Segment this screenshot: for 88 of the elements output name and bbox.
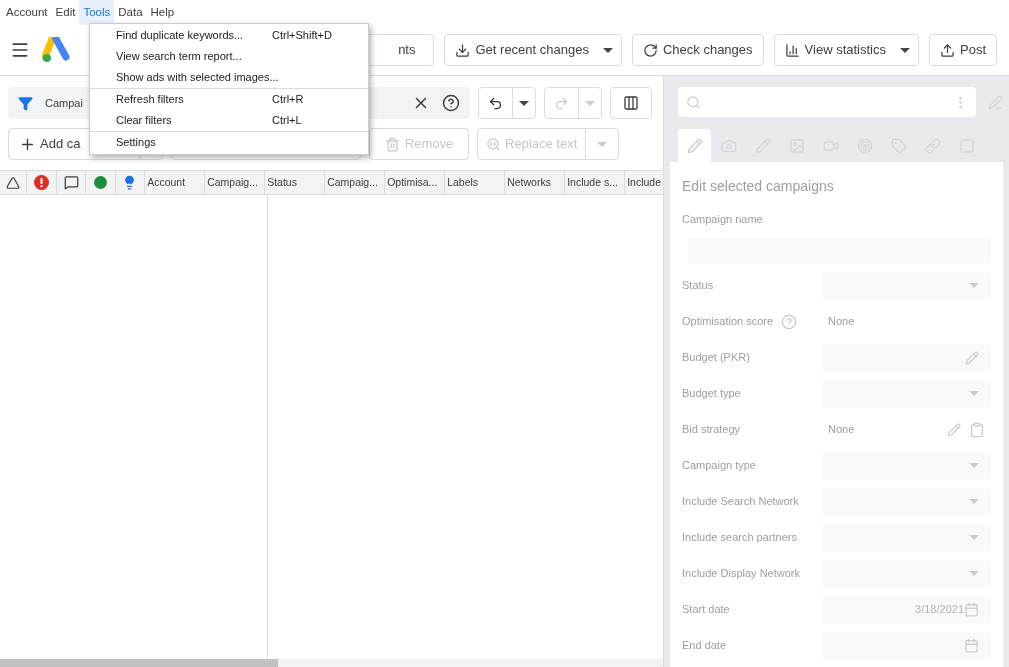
menu-item[interactable]: Help bbox=[146, 0, 179, 26]
column-header[interactable]: Campaig... bbox=[205, 171, 266, 194]
header-button[interactable]: Post bbox=[930, 35, 996, 65]
field-label: End date bbox=[682, 638, 727, 654]
menu-option[interactable]: Refresh filters Ctrl+R bbox=[90, 89, 368, 110]
field-label: Include Display Network bbox=[682, 566, 800, 582]
column-header[interactable]: Include bbox=[625, 171, 663, 194]
field-value: None bbox=[828, 314, 855, 330]
menu-item[interactable]: Account bbox=[2, 0, 52, 26]
caret-icon bbox=[969, 499, 979, 504]
calendar-icon bbox=[964, 602, 979, 617]
header-button[interactable]: View statistics bbox=[774, 35, 896, 65]
caret-icon bbox=[900, 47, 910, 53]
field-label: Budget (PKR) bbox=[682, 350, 750, 366]
horizontal-scrollbar[interactable] bbox=[0, 659, 663, 667]
menu-item[interactable]: Tools bbox=[79, 0, 115, 26]
comment-icon bbox=[63, 175, 79, 190]
menu-option[interactable]: Settings bbox=[90, 132, 368, 153]
columns-button[interactable] bbox=[610, 87, 652, 119]
header-button[interactable]: Get recent changes bbox=[445, 35, 599, 65]
pencil-icon[interactable] bbox=[947, 422, 961, 437]
pencil-icon bbox=[965, 350, 979, 365]
dropdown-field[interactable] bbox=[822, 271, 991, 300]
caret-icon bbox=[969, 535, 979, 540]
warning-triangle-icon bbox=[6, 175, 21, 190]
caret-icon bbox=[519, 100, 529, 106]
menu-option[interactable]: Show ads with selected images... bbox=[90, 67, 368, 88]
field-label: Campaign name bbox=[682, 212, 763, 227]
panel-title: Edit selected campaigns bbox=[682, 177, 835, 196]
field-label: Campaign type bbox=[682, 458, 756, 474]
field-value: None bbox=[828, 422, 855, 438]
dropdown-field[interactable] bbox=[822, 523, 991, 552]
caret-icon bbox=[597, 141, 608, 147]
filter-text: Campai bbox=[45, 95, 83, 111]
shortcut-text: Ctrl+Shift+D bbox=[272, 28, 333, 44]
dropdown-field[interactable] bbox=[822, 487, 991, 516]
logo-icon bbox=[42, 37, 72, 63]
calendar-icon bbox=[964, 638, 979, 653]
field-label: Include search partners bbox=[682, 530, 797, 546]
download-icon bbox=[455, 42, 471, 58]
column-header[interactable]: Status bbox=[265, 171, 326, 194]
menu-icon[interactable] bbox=[10, 40, 30, 60]
upload-icon bbox=[940, 42, 955, 58]
trash-icon bbox=[384, 136, 400, 152]
caret-icon bbox=[969, 391, 979, 396]
caret-icon bbox=[969, 283, 979, 288]
date-field[interactable] bbox=[822, 631, 991, 660]
menu-option[interactable]: Clear filters Ctrl+L bbox=[90, 110, 368, 131]
menu-item[interactable]: Edit bbox=[51, 0, 80, 26]
column-header[interactable]: Optimisa... bbox=[385, 171, 446, 194]
refresh-icon bbox=[642, 42, 658, 58]
edit-icon[interactable] bbox=[988, 94, 1003, 110]
field-label: Status bbox=[682, 278, 714, 294]
column-header[interactable]: Networks bbox=[505, 171, 566, 194]
search-icon bbox=[686, 94, 701, 110]
bar-chart-icon bbox=[784, 42, 800, 58]
column-header[interactable]: Account bbox=[145, 171, 206, 194]
field-label: Budget type bbox=[682, 386, 741, 402]
header-button[interactable]: Check changes bbox=[632, 35, 763, 65]
edit-tab[interactable] bbox=[678, 129, 711, 162]
shortcut-text: Ctrl+L bbox=[272, 113, 303, 129]
dropdown-field[interactable] bbox=[822, 559, 991, 588]
pencil-icon bbox=[686, 137, 703, 154]
field-label: Optimisation score bbox=[682, 314, 774, 330]
menu-item[interactable]: Data bbox=[114, 0, 147, 26]
search-field[interactable] bbox=[678, 87, 976, 117]
budget-field[interactable] bbox=[822, 343, 991, 372]
error-icon bbox=[34, 175, 50, 190]
shortcut-text: Ctrl+R bbox=[272, 92, 305, 108]
caret-icon bbox=[969, 571, 979, 576]
caret-icon bbox=[602, 47, 613, 53]
caret-icon bbox=[585, 100, 595, 106]
column-header[interactable]: Campaig... bbox=[325, 171, 386, 194]
dropdown-field[interactable] bbox=[822, 379, 991, 408]
field-label: Include Search Network bbox=[682, 494, 799, 510]
clipboard-icon[interactable] bbox=[969, 421, 985, 438]
caret-icon bbox=[969, 463, 979, 468]
columns-icon bbox=[623, 95, 639, 111]
undo-icon bbox=[488, 95, 503, 111]
column-header[interactable]: Include s... bbox=[565, 171, 626, 194]
replace-icon bbox=[486, 136, 501, 152]
filter-icon bbox=[18, 95, 33, 111]
column-header[interactable]: Labels bbox=[445, 171, 506, 194]
dropdown-field[interactable] bbox=[822, 451, 991, 480]
field-label: Bid strategy bbox=[682, 422, 741, 438]
redo-icon bbox=[554, 95, 569, 111]
field-label: Start date bbox=[682, 602, 730, 618]
help-icon[interactable] bbox=[442, 94, 460, 112]
